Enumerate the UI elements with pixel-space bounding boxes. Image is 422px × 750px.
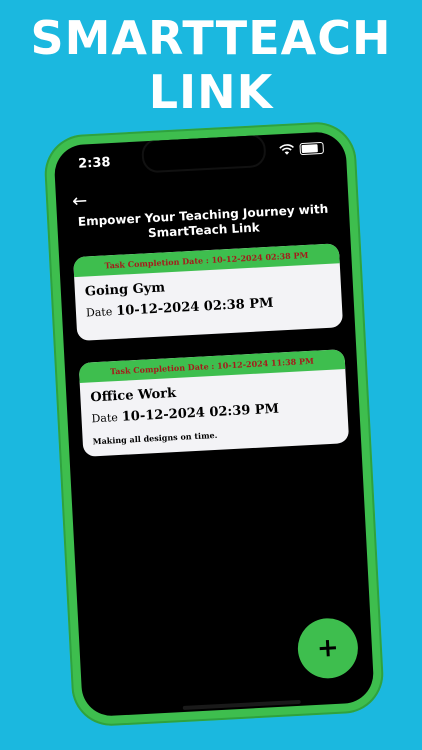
task-date-value: 10-12-2024 02:39 PM xyxy=(121,401,280,425)
promo-headline-line1: SMARTTEACH xyxy=(30,11,392,65)
status-icons xyxy=(278,141,325,156)
phone-mockup: 2:38 ← Empower Your Teaching Journey wit… xyxy=(42,120,386,728)
task-card-body: Office Work Date 10-12-2024 02:39 PM Maki… xyxy=(80,369,350,457)
task-date-value: 10-12-2024 02:38 PM xyxy=(115,295,274,319)
battery-icon xyxy=(299,141,325,156)
home-indicator xyxy=(182,699,301,711)
plus-icon: + xyxy=(316,632,340,664)
status-time: 2:38 xyxy=(77,155,111,172)
phone-screen: 2:38 ← Empower Your Teaching Journey wit… xyxy=(53,130,375,718)
task-card-body: Going Gym Date 10-12-2024 02:38 PM xyxy=(74,263,343,341)
add-task-button[interactable]: + xyxy=(296,616,360,680)
task-card[interactable]: Task Completion Date : 10-12-2024 11:38 … xyxy=(78,349,350,457)
dynamic-island xyxy=(141,132,267,174)
phone-frame: 2:38 ← Empower Your Teaching Journey wit… xyxy=(42,120,386,728)
back-arrow-icon[interactable]: ← xyxy=(72,190,88,212)
task-description: Making all designs on time. xyxy=(92,429,218,447)
wifi-icon xyxy=(279,144,294,155)
task-date-label: Date xyxy=(85,305,113,320)
task-card[interactable]: Task Completion Date : 10-12-2024 02:38 … xyxy=(73,243,344,342)
promo-headline-line2: LINK xyxy=(148,65,274,119)
task-date-label: Date xyxy=(91,411,119,426)
page-title: Empower Your Teaching Journey with Smart… xyxy=(77,201,329,241)
